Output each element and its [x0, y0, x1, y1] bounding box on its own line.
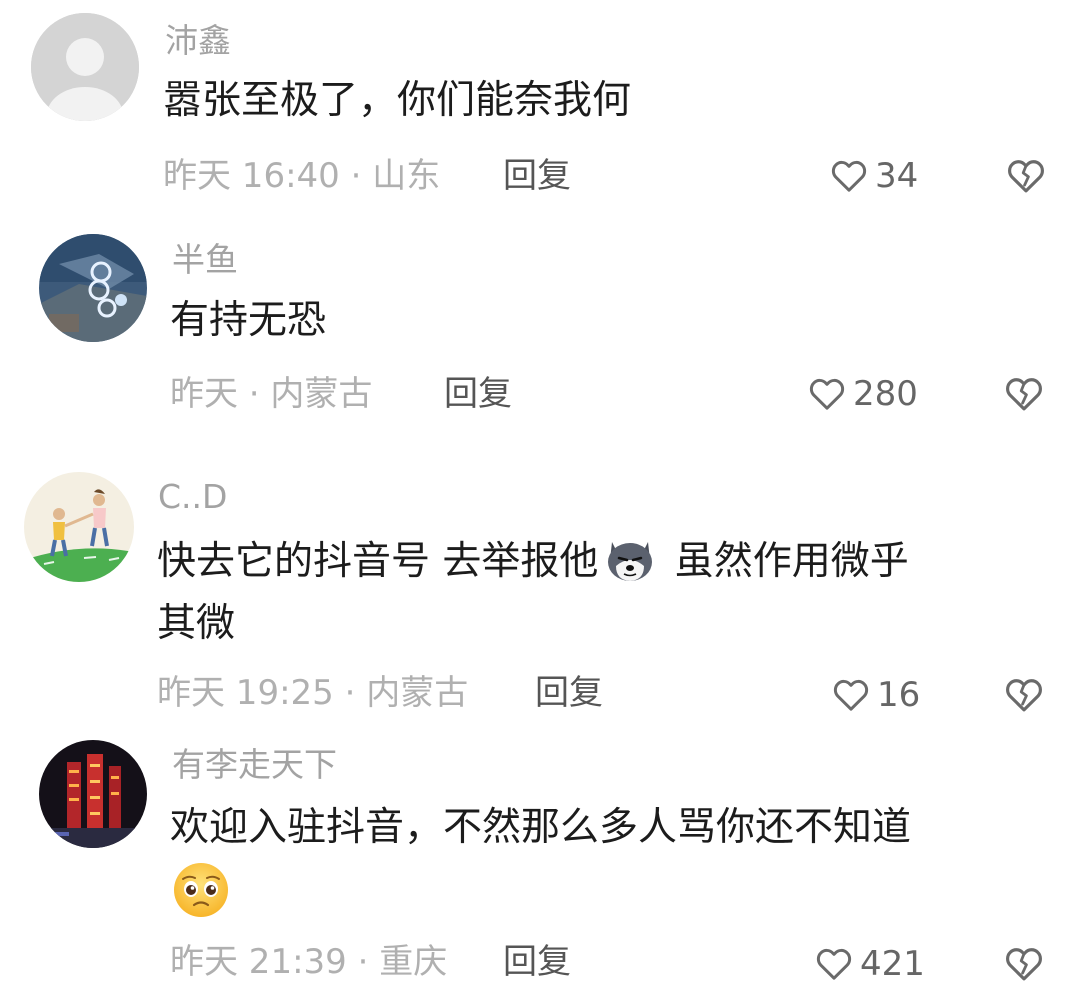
avatar[interactable] — [31, 13, 139, 121]
comment-username[interactable]: 沛鑫 — [165, 24, 231, 57]
like-count: 280 — [853, 374, 918, 414]
reply-button[interactable]: 回复 — [503, 159, 571, 193]
comment-meta: 昨天 21:39 · 重庆 — [170, 942, 448, 982]
avatar-image — [39, 740, 147, 848]
pleading-face-emoji — [174, 863, 228, 917]
like-button[interactable]: 16 — [831, 673, 920, 717]
like-count: 16 — [877, 675, 921, 715]
broken-heart-icon[interactable] — [1003, 373, 1045, 415]
comment-username[interactable]: 有李走天下 — [172, 748, 337, 781]
avatar[interactable] — [39, 234, 147, 342]
comment-text: 快去它的抖音号 去举报他 虽然作用微乎 其微 — [157, 530, 909, 655]
comment-text: 嚣张至极了，你们能奈我何 — [163, 78, 632, 123]
heart-outline-icon — [816, 948, 852, 980]
comment-username[interactable]: 半鱼 — [172, 243, 238, 276]
comment-text: 欢迎入驻抖音，不然那么多人骂你还不知道 — [170, 805, 912, 850]
like-button[interactable]: 280 — [807, 372, 918, 416]
default-avatar-icon — [31, 13, 139, 121]
reply-button[interactable]: 回复 — [503, 945, 571, 979]
reply-button[interactable]: 回复 — [535, 676, 603, 710]
comment-text-part: 虽然作用微乎 — [662, 539, 909, 584]
like-count: 34 — [875, 156, 919, 196]
comment-text-part: 快去它的抖音号 去举报他 — [157, 539, 599, 584]
heart-outline-icon — [831, 160, 867, 192]
broken-heart-icon[interactable] — [1003, 674, 1045, 716]
comment-meta: 昨天 19:25 · 内蒙古 — [157, 673, 469, 713]
avatar-image — [24, 472, 134, 582]
broken-heart-icon[interactable] — [1005, 155, 1047, 197]
avatar-image — [39, 234, 147, 342]
heart-outline-icon — [809, 378, 845, 410]
husky-dog-emoji — [608, 542, 653, 581]
reply-button[interactable]: 回复 — [444, 377, 512, 411]
like-count: 421 — [860, 944, 925, 984]
like-button[interactable]: 421 — [814, 942, 925, 986]
like-button[interactable]: 34 — [829, 154, 918, 198]
comment-meta: 昨天 16:40 · 山东 — [163, 156, 441, 196]
comment-text: 有持无恐 — [170, 298, 327, 343]
broken-heart-icon[interactable] — [1003, 943, 1045, 985]
comment-username[interactable]: C..D — [158, 480, 227, 513]
comment-text-part: 其微 — [157, 601, 236, 646]
heart-outline-icon — [833, 679, 869, 711]
avatar[interactable] — [24, 472, 134, 582]
comment-meta: 昨天 · 内蒙古 — [170, 374, 373, 414]
avatar[interactable] — [39, 740, 147, 848]
